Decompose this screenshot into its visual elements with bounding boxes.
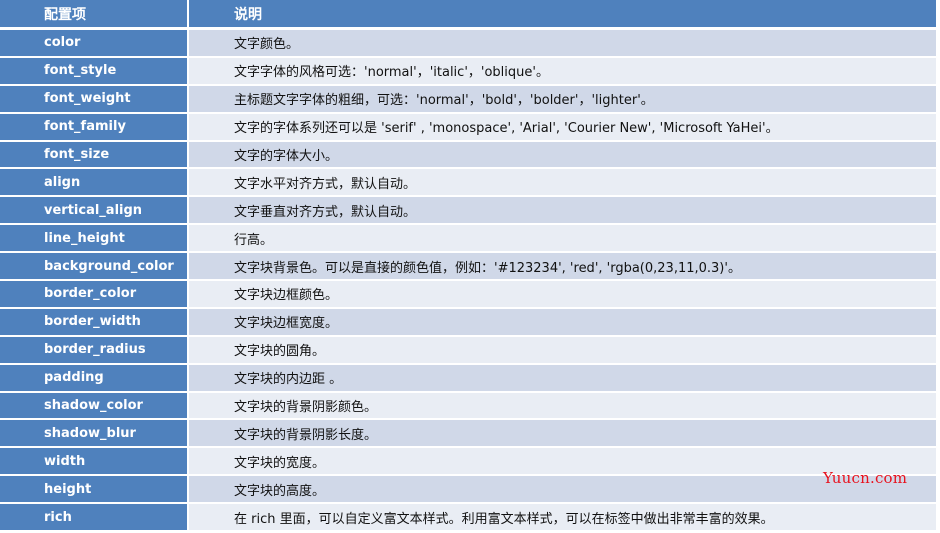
table-row: border_width 文字块边框宽度。 xyxy=(0,308,936,337)
table-row: font_size 文字的字体大小。 xyxy=(0,141,936,170)
table-row: font_family 文字的字体系列还可以是 'serif' , 'monosp… xyxy=(0,113,936,142)
config-key: height xyxy=(0,476,189,503)
header-description: 说明 xyxy=(189,0,936,27)
config-key: font_size xyxy=(0,141,189,168)
config-description: 文字块的背景阴影颜色。 xyxy=(189,392,936,419)
config-description: 行高。 xyxy=(189,225,936,252)
table-row: shadow_blur 文字块的背景阴影长度。 xyxy=(0,420,936,449)
config-key: shadow_color xyxy=(0,392,189,419)
table-header: 配置项 说明 xyxy=(0,0,936,30)
table-row: font_weight 主标题文字字体的粗细，可选：'normal'，'bold'… xyxy=(0,85,936,114)
config-description: 文字颜色。 xyxy=(189,30,936,56)
config-key: padding xyxy=(0,364,189,391)
table-row: rich 在 rich 里面，可以自定义富文本样式。利用富文本样式，可以在标签中做… xyxy=(0,504,936,533)
config-table: 配置项 说明 color 文字颜色。 font_style 文字字体的风格可选：'no… xyxy=(0,0,936,533)
config-key: border_radius xyxy=(0,336,189,363)
table-row: line_height 行高。 xyxy=(0,225,936,254)
table-row: border_radius 文字块的圆角。 xyxy=(0,336,936,365)
config-description: 文字水平对齐方式，默认自动。 xyxy=(189,169,936,196)
config-key: font_family xyxy=(0,113,189,140)
config-description: 文字块背景色。可以是直接的颜色值，例如：'#123234', 'red', 'r… xyxy=(189,253,936,280)
config-key: background_color xyxy=(0,253,189,280)
config-description: 文字的字体大小。 xyxy=(189,141,936,168)
config-description: 在 rich 里面，可以自定义富文本样式。利用富文本样式，可以在标签中做出非常丰… xyxy=(189,504,936,531)
table-row: border_color 文字块边框颜色。 xyxy=(0,281,936,309)
config-key: color xyxy=(0,30,189,56)
config-description: 文字字体的风格可选：'normal'，'italic'，'oblique'。 xyxy=(189,57,936,84)
table-row: vertical_align 文字垂直对齐方式，默认自动。 xyxy=(0,197,936,226)
table-row: shadow_color 文字块的背景阴影颜色。 xyxy=(0,392,936,421)
config-key: font_weight xyxy=(0,85,189,112)
config-key: vertical_align xyxy=(0,197,189,224)
config-key: line_height xyxy=(0,225,189,252)
config-description: 文字块边框宽度。 xyxy=(189,308,936,335)
config-description: 文字的字体系列还可以是 'serif' , 'monospace', 'Aria… xyxy=(189,113,936,140)
table-row: align 文字水平对齐方式，默认自动。 xyxy=(0,169,936,198)
config-description: 文字块的圆角。 xyxy=(189,336,936,363)
config-description: 文字块的背景阴影长度。 xyxy=(189,420,936,447)
config-key: font_style xyxy=(0,57,189,84)
table-body: color 文字颜色。 font_style 文字字体的风格可选：'normal'，'… xyxy=(0,30,936,533)
config-description: 主标题文字字体的粗细，可选：'normal'，'bold'，'bolder'，'… xyxy=(189,85,936,112)
config-key: shadow_blur xyxy=(0,420,189,447)
config-key: width xyxy=(0,448,189,475)
table-row: color 文字颜色。 xyxy=(0,30,936,58)
header-config-item: 配置项 xyxy=(0,0,189,27)
config-description: 文字垂直对齐方式，默认自动。 xyxy=(189,197,936,224)
config-description: 文字块的内边距 。 xyxy=(189,364,936,391)
config-key: align xyxy=(0,169,189,196)
table-row: height 文字块的高度。 xyxy=(0,476,936,505)
watermark: Yuucn.com xyxy=(823,469,908,487)
table-row: font_style 文字字体的风格可选：'normal'，'italic'，'o… xyxy=(0,57,936,86)
config-key: border_width xyxy=(0,308,189,335)
config-key: rich xyxy=(0,504,189,531)
table-row: width 文字块的宽度。 xyxy=(0,448,936,477)
table-row: padding 文字块的内边距 。 xyxy=(0,364,936,393)
config-key: border_color xyxy=(0,281,189,307)
table-row: background_color 文字块背景色。可以是直接的颜色值，例如：'#12… xyxy=(0,253,936,282)
config-description: 文字块边框颜色。 xyxy=(189,281,936,307)
